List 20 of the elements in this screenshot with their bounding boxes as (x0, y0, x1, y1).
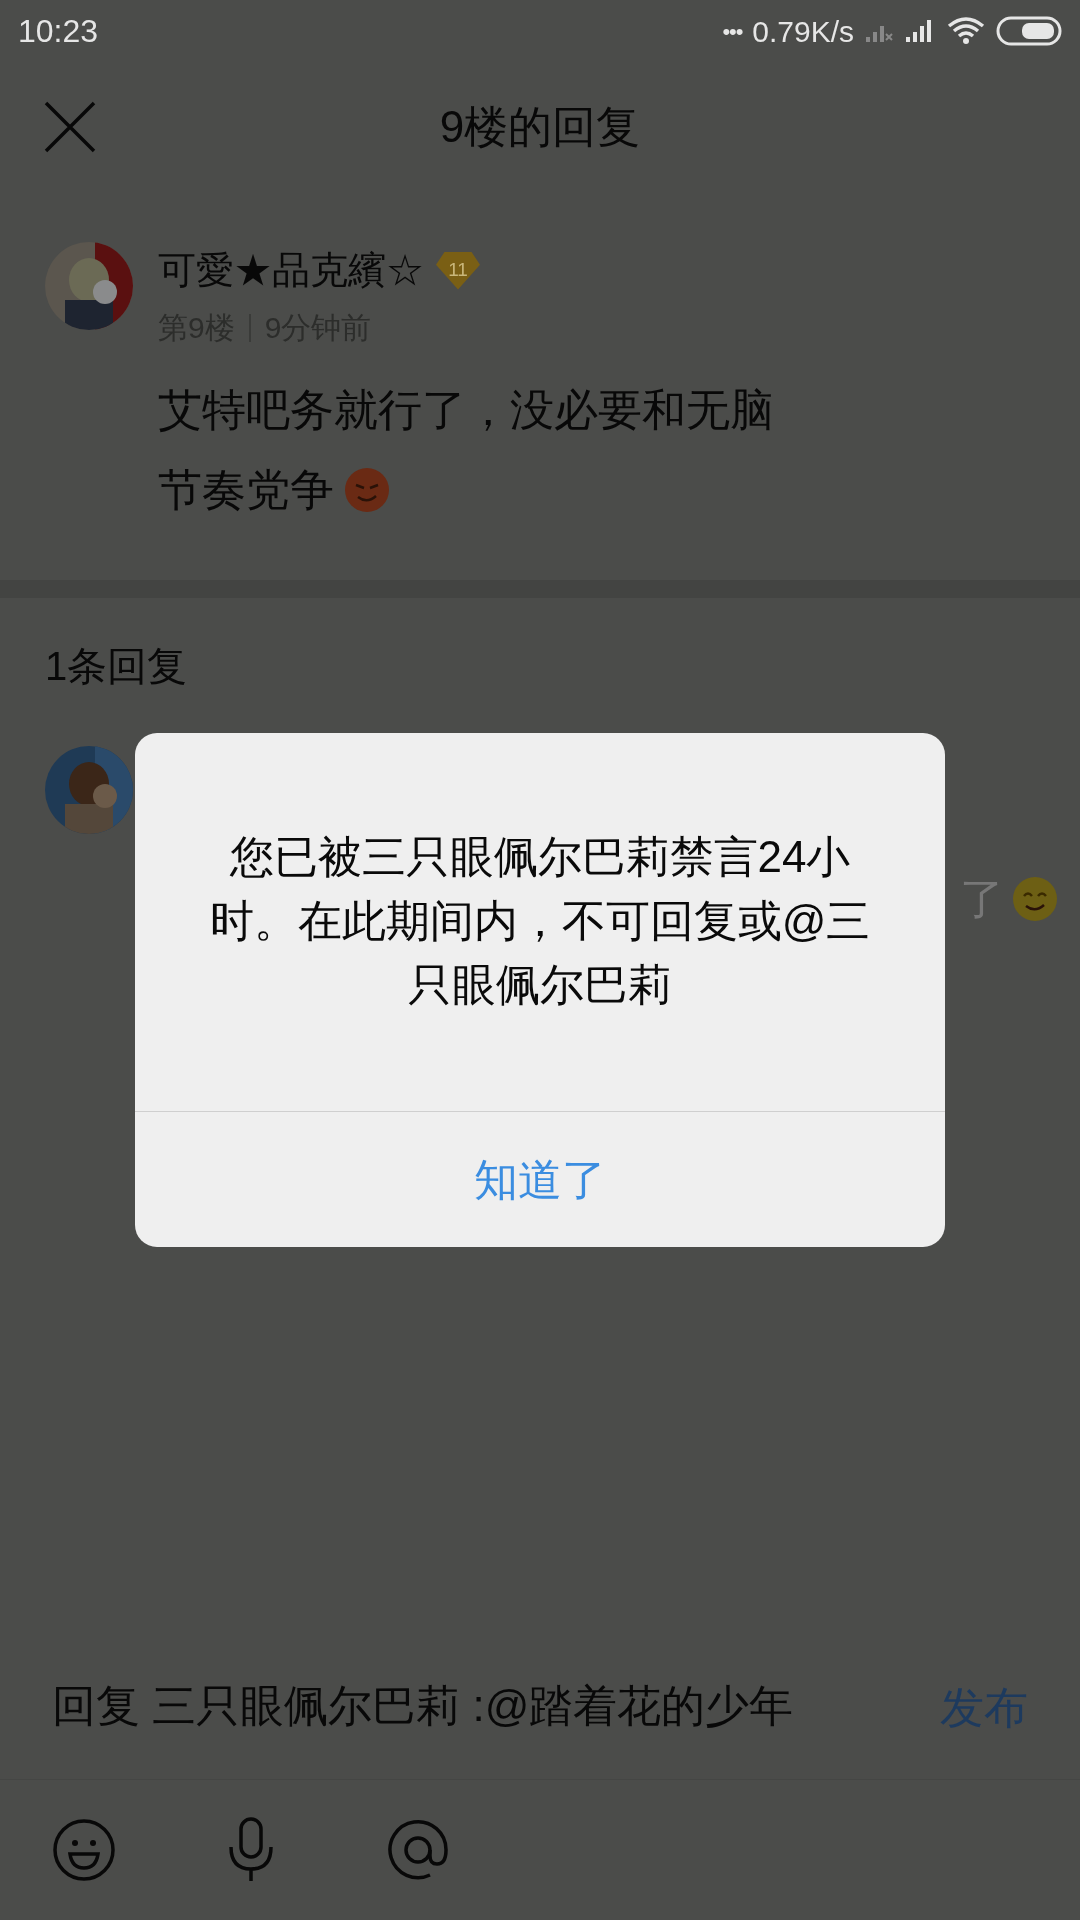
reply-count: 1条回复 (45, 644, 188, 688)
post-text: 艾特吧务就行了，没必要和无脑 (158, 384, 774, 436)
status-time: 10:23 (18, 12, 99, 51)
grinning-emoji-icon (344, 467, 390, 513)
emoji-icon[interactable] (52, 1818, 116, 1882)
author-name: 可愛★品克繽☆ (158, 248, 424, 293)
level-badge: 11 (436, 251, 480, 290)
smiling-emoji-icon (1012, 876, 1058, 922)
confirm-button[interactable]: 知道了 (135, 1112, 945, 1247)
network-speed: 0.79K/s (752, 13, 854, 50)
post-text: 节奏党争 (158, 464, 334, 516)
page-title: 9楼的回复 (438, 101, 642, 153)
reply-input[interactable]: 回复 三只眼佩尔巴莉 :@踏着花的少年 (52, 1675, 812, 1737)
close-icon (43, 100, 97, 154)
battery-icon (996, 16, 1062, 46)
status-dots: ••• (722, 17, 743, 46)
wifi-icon (946, 16, 986, 46)
dialog-message: 您已被三只眼佩尔巴莉禁言24小时。在此期间内，不可回复或@三只眼佩尔巴莉 (208, 831, 872, 1011)
at-sign-icon[interactable] (386, 1818, 450, 1882)
microphone-icon[interactable] (226, 1817, 276, 1883)
